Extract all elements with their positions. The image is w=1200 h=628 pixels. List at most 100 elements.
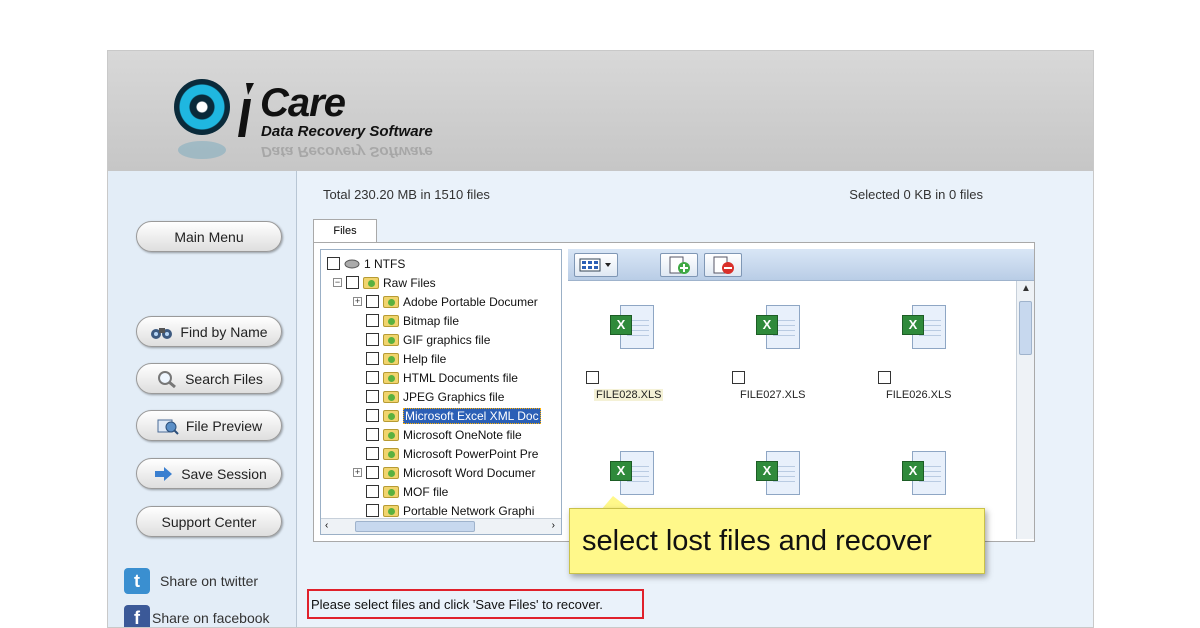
tree-row[interactable]: JPEG Graphics file — [353, 387, 504, 406]
logo-disc-icon — [174, 79, 230, 135]
tree-checkbox[interactable] — [327, 257, 340, 270]
tree-horizontal-scrollbar[interactable]: ‹ › — [321, 518, 561, 534]
tree-row[interactable]: Bitmap file — [353, 311, 459, 330]
brand-name: Care — [260, 81, 346, 125]
tree-checkbox[interactable] — [366, 485, 379, 498]
search-files-label: Search Files — [185, 370, 263, 387]
selected-summary: Selected 0 KB in 0 files — [849, 187, 983, 202]
save-session-button[interactable]: Save Session — [136, 458, 282, 489]
tree-checkbox[interactable] — [366, 295, 379, 308]
save-session-label: Save Session — [181, 465, 267, 482]
tree-label: Help file — [403, 351, 447, 366]
search-files-button[interactable]: Search Files — [136, 363, 282, 394]
scroll-up-icon[interactable]: ▲ — [1017, 283, 1035, 294]
file-item[interactable]: X FILE027.XLS — [726, 303, 836, 423]
tree-checkbox[interactable] — [366, 504, 379, 517]
folder-icon — [383, 485, 399, 498]
add-file-button[interactable] — [660, 253, 698, 277]
tree-checkbox[interactable] — [346, 276, 359, 289]
folder-icon — [383, 428, 399, 441]
add-page-icon — [669, 256, 690, 274]
tree-row-raw-files[interactable]: − Raw Files — [333, 273, 436, 292]
brand-subtitle: Data Recovery Software — [261, 123, 433, 140]
magnifier-icon — [158, 370, 177, 388]
file-checkbox[interactable] — [586, 371, 599, 384]
tree-label: GIF graphics file — [403, 332, 491, 347]
status-message: Please select files and click 'Save File… — [307, 589, 644, 619]
file-name: FILE028.XLS — [594, 389, 664, 401]
tree-checkbox[interactable] — [366, 371, 379, 384]
file-name: FILE026.XLS — [886, 389, 952, 401]
scroll-thumb[interactable] — [1019, 301, 1032, 355]
file-preview-label: File Preview — [185, 417, 263, 434]
total-summary: Total 230.20 MB in 1510 files — [323, 187, 490, 202]
tree-row[interactable]: MOF file — [353, 482, 448, 501]
tree-row[interactable]: Help file — [353, 349, 446, 368]
tree-row[interactable]: Microsoft PowerPoint Pre — [353, 444, 538, 463]
file-view: XFILE028.XLSXFILE027.XLSXFILE026.XLSXFIL… — [568, 249, 1034, 547]
share-facebook-link[interactable]: f Share on facebook — [124, 605, 270, 627]
tree-checkbox[interactable] — [366, 447, 379, 460]
tree-row[interactable]: Microsoft OneNote file — [353, 425, 522, 444]
twitter-icon: t — [124, 568, 150, 594]
expand-icon[interactable]: + — [353, 297, 362, 306]
binoculars-icon — [151, 327, 173, 339]
scroll-thumb[interactable] — [355, 521, 475, 532]
expand-icon[interactable]: + — [353, 468, 362, 477]
excel-file-icon: X — [610, 449, 656, 501]
tree-checkbox[interactable] — [366, 314, 379, 327]
file-toolbar — [568, 249, 1034, 281]
tree-label: Microsoft Excel XML Doc — [403, 407, 541, 424]
tree-label: Bitmap file — [403, 313, 460, 328]
tree-row[interactable]: + Microsoft Word Documer — [353, 463, 535, 482]
support-center-button[interactable]: Support Center — [136, 506, 282, 537]
folder-icon — [383, 504, 399, 517]
file-preview-button[interactable]: File Preview — [136, 410, 282, 441]
file-name: FILE027.XLS — [740, 389, 806, 401]
main-menu-label: Main Menu — [174, 228, 244, 245]
share-twitter-link[interactable]: t Share on twitter — [124, 568, 258, 594]
app-header: Care Data Recovery Software Data Recover… — [108, 51, 1093, 171]
folder-icon — [383, 447, 399, 460]
remove-file-button[interactable] — [704, 253, 742, 277]
callout-note: select lost files and recover — [569, 508, 985, 574]
tree-row-root[interactable]: 1 NTFS — [327, 254, 405, 273]
file-item[interactable]: X FILE028.XLS — [580, 303, 690, 423]
tree-label: Raw Files — [383, 275, 436, 290]
folder-icon — [363, 276, 379, 289]
file-checkbox[interactable] — [732, 371, 745, 384]
view-mode-button[interactable] — [574, 253, 618, 277]
find-by-name-label: Find by Name — [180, 323, 268, 340]
file-item[interactable]: X FILE026.XLS — [872, 303, 982, 423]
tree-row[interactable]: Microsoft Excel XML Doc — [353, 406, 541, 425]
folder-icon — [383, 295, 399, 308]
tree-label: Microsoft Word Documer — [403, 465, 536, 480]
collapse-icon[interactable]: − — [333, 278, 342, 287]
main-menu-button[interactable]: Main Menu — [136, 221, 282, 252]
tree-row[interactable]: GIF graphics file — [353, 330, 490, 349]
tree-checkbox[interactable] — [366, 409, 379, 422]
tree-row[interactable]: HTML Documents file — [353, 368, 518, 387]
facebook-icon: f — [124, 605, 150, 627]
tree-checkbox[interactable] — [366, 333, 379, 346]
logo-reflection — [178, 141, 226, 159]
folder-icon — [383, 371, 399, 384]
scroll-left-icon[interactable]: ‹ — [325, 520, 328, 531]
tree-row[interactable]: + Adobe Portable Documer — [353, 292, 538, 311]
tree-checkbox[interactable] — [366, 352, 379, 365]
tree-checkbox[interactable] — [366, 466, 379, 479]
files-panel: 1 NTFS − Raw Files + Adobe Portable Docum… — [313, 242, 1035, 547]
file-vertical-scrollbar[interactable]: ▲ — [1016, 281, 1034, 539]
folder-icon — [383, 314, 399, 327]
excel-file-icon: X — [902, 303, 948, 355]
find-by-name-button[interactable]: Find by Name — [136, 316, 282, 347]
preview-icon — [157, 419, 179, 435]
tree-checkbox[interactable] — [366, 390, 379, 403]
tab-files[interactable]: Files — [313, 219, 377, 243]
scroll-right-icon[interactable]: › — [552, 520, 555, 531]
file-checkbox[interactable] — [878, 371, 891, 384]
excel-file-icon: X — [902, 449, 948, 501]
tree-checkbox[interactable] — [366, 428, 379, 441]
folder-icon — [383, 409, 399, 422]
view-grid-icon — [579, 258, 611, 272]
